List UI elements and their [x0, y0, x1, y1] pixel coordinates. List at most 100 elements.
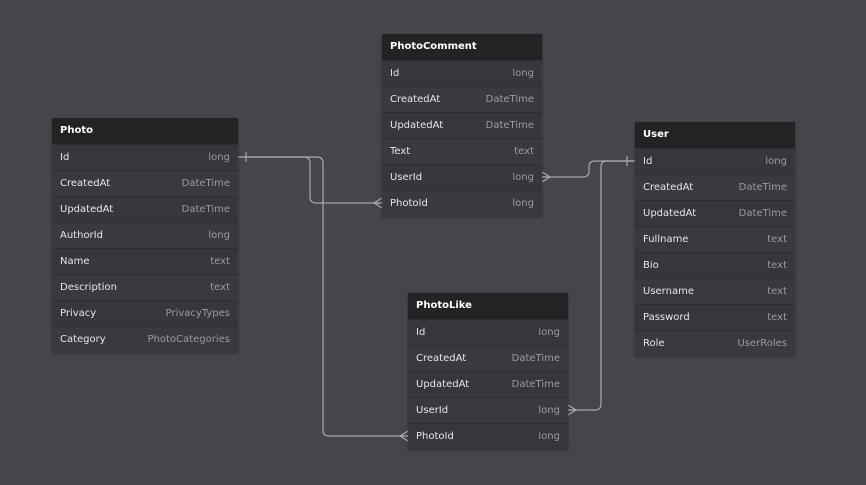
entity-fields: Id long CreatedAt DateTime UpdatedAt DateTime… [382, 60, 542, 216]
field-row[interactable]: Category PhotoCategories [52, 326, 238, 352]
field-row[interactable]: AuthorId long [52, 222, 238, 248]
field-row[interactable]: Role UserRoles [635, 330, 795, 356]
field-row[interactable]: Description text [52, 274, 238, 300]
crowfoot-photocomment-userid [541, 171, 551, 183]
field-row[interactable]: UpdatedAt DateTime [635, 200, 795, 226]
field-row[interactable]: UpdatedAt DateTime [382, 112, 542, 138]
field-row[interactable]: Bio text [635, 252, 795, 278]
field-type: DateTime [738, 182, 787, 193]
field-type: long [538, 327, 560, 338]
crowfoot-photolike-photoid [399, 430, 409, 442]
edge-photo-to-photocomment[interactable] [238, 156, 382, 204]
field-row[interactable]: Id long [52, 144, 238, 170]
field-name: Category [60, 334, 106, 345]
crowfoot-photocomment-photoid [373, 197, 383, 209]
field-type: DateTime [511, 353, 560, 364]
field-row[interactable]: Text text [382, 138, 542, 164]
field-name: Privacy [60, 308, 97, 319]
field-row[interactable]: Id long [408, 319, 568, 345]
entity-photo[interactable]: Photo Id long CreatedAt DateTime UpdatedAt Da… [52, 118, 238, 352]
field-row[interactable]: UpdatedAt DateTime [52, 196, 238, 222]
field-row[interactable]: Id long [382, 60, 542, 86]
field-name: Id [390, 68, 400, 79]
field-row[interactable]: Fullname text [635, 226, 795, 252]
field-row[interactable]: Name text [52, 248, 238, 274]
field-row[interactable]: Password text [635, 304, 795, 330]
field-row[interactable]: CreatedAt DateTime [635, 174, 795, 200]
field-row[interactable]: Id long [635, 148, 795, 174]
entity-fields: Id long CreatedAt DateTime UpdatedAt DateTime… [635, 148, 795, 356]
field-row[interactable]: Username text [635, 278, 795, 304]
field-type: long [765, 156, 787, 167]
field-type: long [208, 230, 230, 241]
field-type: text [767, 234, 787, 245]
field-name: Id [60, 152, 70, 163]
field-name: UserId [390, 172, 423, 183]
field-type: long [512, 68, 534, 79]
field-type: DateTime [181, 178, 230, 189]
field-row[interactable]: CreatedAt DateTime [52, 170, 238, 196]
field-type: long [512, 172, 534, 183]
field-name: UpdatedAt [390, 120, 444, 131]
field-row[interactable]: CreatedAt DateTime [408, 345, 568, 371]
entity-user[interactable]: User Id long CreatedAt DateTime UpdatedAt Dat… [635, 122, 795, 356]
field-row[interactable]: UpdatedAt DateTime [408, 371, 568, 397]
field-type: DateTime [485, 94, 534, 105]
field-name: Text [390, 146, 411, 157]
entity-fields: Id long CreatedAt DateTime UpdatedAt DateTime… [52, 144, 238, 352]
field-name: CreatedAt [416, 353, 467, 364]
entity-title[interactable]: Photo [52, 118, 238, 144]
field-type: PhotoCategories [147, 334, 230, 345]
field-type: DateTime [511, 379, 560, 390]
field-row[interactable]: CreatedAt DateTime [382, 86, 542, 112]
edge-user-to-photocomment[interactable] [542, 160, 635, 178]
field-row[interactable]: UserId long [408, 397, 568, 423]
edge-user-to-photolike[interactable] [568, 160, 635, 411]
field-type: text [514, 146, 534, 157]
field-type: DateTime [181, 204, 230, 215]
field-row[interactable]: PhotoId long [382, 190, 542, 216]
entity-title[interactable]: PhotoLike [408, 293, 568, 319]
field-name: PhotoId [390, 198, 428, 209]
field-row[interactable]: PhotoId long [408, 423, 568, 449]
field-type: long [538, 431, 560, 442]
field-type: text [767, 286, 787, 297]
field-type: UserRoles [737, 338, 787, 349]
field-type: text [210, 256, 230, 267]
field-name: Fullname [643, 234, 689, 245]
entity-photo-comment[interactable]: PhotoComment Id long CreatedAt DateTime Upda… [382, 34, 542, 216]
entity-photo-like[interactable]: PhotoLike Id long CreatedAt DateTime Updated… [408, 293, 568, 449]
field-type: text [767, 312, 787, 323]
field-name: AuthorId [60, 230, 103, 241]
field-name: Bio [643, 260, 659, 271]
field-type: DateTime [485, 120, 534, 131]
field-name: Password [643, 312, 690, 323]
field-name: Id [643, 156, 653, 167]
field-type: PrivacyTypes [165, 308, 230, 319]
field-type: DateTime [738, 208, 787, 219]
field-name: PhotoId [416, 431, 454, 442]
field-name: UpdatedAt [60, 204, 114, 215]
field-name: UserId [416, 405, 449, 416]
entity-title[interactable]: PhotoComment [382, 34, 542, 60]
field-row[interactable]: UserId long [382, 164, 542, 190]
field-type: text [210, 282, 230, 293]
field-name: Id [416, 327, 426, 338]
field-type: text [767, 260, 787, 271]
field-name: UpdatedAt [643, 208, 697, 219]
field-type: long [538, 405, 560, 416]
field-name: CreatedAt [643, 182, 694, 193]
field-name: Description [60, 282, 117, 293]
field-type: long [512, 198, 534, 209]
entity-fields: Id long CreatedAt DateTime UpdatedAt DateTime… [408, 319, 568, 449]
field-name: Username [643, 286, 694, 297]
field-name: CreatedAt [60, 178, 111, 189]
field-name: Role [643, 338, 665, 349]
field-row[interactable]: Privacy PrivacyTypes [52, 300, 238, 326]
diagram-canvas: Photo Id long CreatedAt DateTime UpdatedAt Da… [0, 0, 866, 485]
field-name: CreatedAt [390, 94, 441, 105]
field-name: Name [60, 256, 90, 267]
crowfoot-photolike-userid [567, 404, 577, 416]
entity-title[interactable]: User [635, 122, 795, 148]
field-name: UpdatedAt [416, 379, 470, 390]
